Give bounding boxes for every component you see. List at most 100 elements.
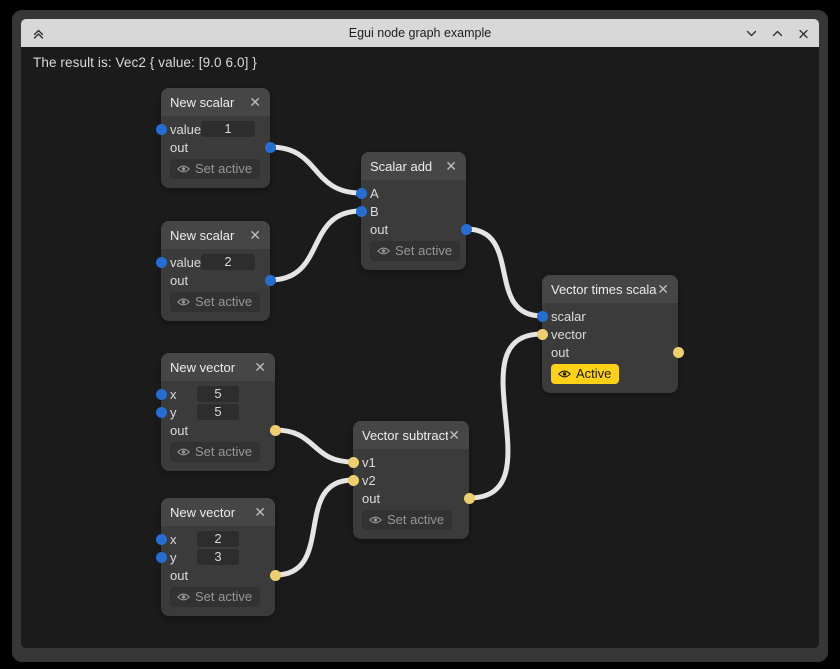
port-label: A bbox=[370, 186, 379, 201]
set-active-button[interactable]: Set active bbox=[170, 159, 260, 179]
port-label: out bbox=[362, 491, 380, 506]
maximize-button[interactable] bbox=[770, 26, 784, 40]
port-label: v2 bbox=[362, 473, 376, 488]
minimize-button[interactable] bbox=[744, 26, 758, 40]
input-port-y[interactable] bbox=[156, 407, 167, 418]
input-port-x[interactable] bbox=[156, 389, 167, 400]
node-new-scalar-1[interactable]: New scalar ✕ value 1 out Set active bbox=[161, 88, 270, 188]
set-active-button[interactable]: Set active bbox=[170, 587, 260, 607]
value-drag-field[interactable]: 2 bbox=[201, 254, 255, 270]
port-row: x 5 bbox=[161, 385, 275, 403]
port-label: B bbox=[370, 204, 379, 219]
node-title: Vector subtract bbox=[362, 428, 448, 443]
set-active-button[interactable]: Set active bbox=[362, 510, 452, 530]
node-canvas: The result is: Vec2 { value: [9.0 6.0] }… bbox=[21, 47, 819, 648]
output-port-out[interactable] bbox=[461, 224, 472, 235]
node-header[interactable]: New vector ✕ bbox=[161, 498, 275, 526]
input-port-v1[interactable] bbox=[348, 457, 359, 468]
port-label: out bbox=[170, 273, 188, 288]
connection-wire bbox=[275, 430, 353, 462]
output-port-out[interactable] bbox=[270, 570, 281, 581]
port-label: y bbox=[170, 550, 197, 565]
button-label: Active bbox=[576, 366, 611, 381]
eye-icon bbox=[558, 369, 571, 379]
output-port-out[interactable] bbox=[673, 347, 684, 358]
output-port-out[interactable] bbox=[270, 425, 281, 436]
close-node-icon[interactable]: ✕ bbox=[448, 428, 460, 442]
node-header[interactable]: New scalar ✕ bbox=[161, 221, 270, 249]
set-active-button[interactable]: Set active bbox=[170, 442, 260, 462]
output-port-out[interactable] bbox=[265, 275, 276, 286]
port-label: out bbox=[551, 345, 569, 360]
button-label: Set active bbox=[195, 294, 252, 309]
port-row: value 2 bbox=[161, 253, 270, 271]
value-drag-field[interactable]: 1 bbox=[201, 121, 255, 137]
close-node-icon[interactable]: ✕ bbox=[445, 159, 457, 173]
close-node-icon[interactable]: ✕ bbox=[249, 228, 261, 242]
port-label: out bbox=[170, 568, 188, 583]
port-label: scalar bbox=[551, 309, 586, 324]
port-label: vector bbox=[551, 327, 586, 342]
value-drag-field[interactable]: 2 bbox=[197, 531, 239, 547]
set-active-button[interactable]: Set active bbox=[370, 241, 460, 261]
port-row: B bbox=[361, 202, 466, 220]
connection-wire bbox=[275, 480, 353, 575]
node-title: New vector bbox=[170, 360, 254, 375]
port-label: out bbox=[370, 222, 388, 237]
node-new-scalar-2[interactable]: New scalar ✕ value 2 out Set active bbox=[161, 221, 270, 321]
close-node-icon[interactable]: ✕ bbox=[254, 360, 266, 374]
connection-wire bbox=[270, 211, 361, 280]
node-title: Vector times scalar bbox=[551, 282, 657, 297]
input-port-b[interactable] bbox=[356, 206, 367, 217]
input-port-y[interactable] bbox=[156, 552, 167, 563]
port-row: v2 bbox=[353, 471, 469, 489]
node-header[interactable]: Scalar add ✕ bbox=[361, 152, 466, 180]
value-drag-field[interactable]: 5 bbox=[197, 404, 239, 420]
output-port-out[interactable] bbox=[265, 142, 276, 153]
input-port-value[interactable] bbox=[156, 124, 167, 135]
close-node-icon[interactable]: ✕ bbox=[254, 505, 266, 519]
input-port-a[interactable] bbox=[356, 188, 367, 199]
close-node-icon[interactable]: ✕ bbox=[657, 282, 669, 296]
connection-wire bbox=[466, 229, 542, 316]
node-header[interactable]: New scalar ✕ bbox=[161, 88, 270, 116]
port-label: value bbox=[170, 255, 201, 270]
port-row: out bbox=[161, 566, 275, 584]
node-new-vector-2[interactable]: New vector ✕ x 2 y 3 out bbox=[161, 498, 275, 616]
node-header[interactable]: Vector subtract ✕ bbox=[353, 421, 469, 449]
value-drag-field[interactable]: 3 bbox=[197, 549, 239, 565]
output-port-out[interactable] bbox=[464, 493, 475, 504]
node-vector-times-scalar[interactable]: Vector times scalar ✕ scalar vector out bbox=[542, 275, 678, 393]
connection-wire bbox=[469, 334, 542, 498]
node-title: Scalar add bbox=[370, 159, 445, 174]
active-button[interactable]: Active bbox=[551, 364, 619, 384]
value-drag-field[interactable]: 5 bbox=[197, 386, 239, 402]
close-button[interactable] bbox=[796, 26, 810, 40]
eye-icon bbox=[177, 592, 190, 602]
button-label: Set active bbox=[395, 243, 452, 258]
port-label: v1 bbox=[362, 455, 376, 470]
port-row: x 2 bbox=[161, 530, 275, 548]
window-title: Egui node graph example bbox=[21, 26, 819, 40]
node-new-vector-1[interactable]: New vector ✕ x 5 y 5 out bbox=[161, 353, 275, 471]
input-port-scalar[interactable] bbox=[537, 311, 548, 322]
node-header[interactable]: Vector times scalar ✕ bbox=[542, 275, 678, 303]
input-port-value[interactable] bbox=[156, 257, 167, 268]
node-header[interactable]: New vector ✕ bbox=[161, 353, 275, 381]
port-row: A bbox=[361, 184, 466, 202]
port-row: out bbox=[361, 220, 466, 238]
close-node-icon[interactable]: ✕ bbox=[249, 95, 261, 109]
window-titlebar[interactable]: Egui node graph example bbox=[21, 19, 819, 47]
node-scalar-add[interactable]: Scalar add ✕ A B out Set active bbox=[361, 152, 466, 270]
input-port-vector[interactable] bbox=[537, 329, 548, 340]
input-port-x[interactable] bbox=[156, 534, 167, 545]
app-window: Egui node graph example The result is: V… bbox=[12, 10, 828, 662]
input-port-v2[interactable] bbox=[348, 475, 359, 486]
node-title: New scalar bbox=[170, 228, 249, 243]
set-active-button[interactable]: Set active bbox=[170, 292, 260, 312]
connection-wire bbox=[270, 147, 361, 193]
eye-icon bbox=[177, 164, 190, 174]
connection-wires bbox=[21, 47, 819, 648]
port-row: out bbox=[161, 271, 270, 289]
node-vector-subtract[interactable]: Vector subtract ✕ v1 v2 out Set bbox=[353, 421, 469, 539]
